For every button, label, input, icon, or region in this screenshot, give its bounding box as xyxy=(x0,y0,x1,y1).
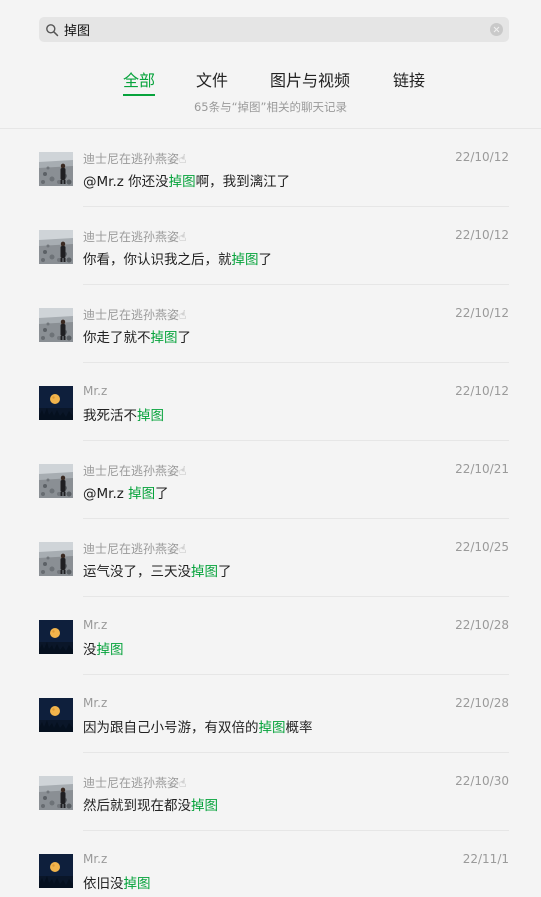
tab-photos-videos[interactable]: 图片与视频 xyxy=(270,67,350,91)
keyword-highlight: 掉图 xyxy=(137,408,164,424)
message-date: 22/10/25 xyxy=(455,540,509,554)
keyword-highlight: 掉图 xyxy=(258,720,286,736)
message-date: 22/10/12 xyxy=(455,306,509,320)
search-icon xyxy=(46,23,59,36)
keyword-highlight: 掉图 xyxy=(191,564,218,580)
result-row[interactable]: Mr.z 22/10/12 我死活不掉图 xyxy=(0,363,541,441)
result-summary: 65条与“掉图”相关的聊天记录 xyxy=(193,100,348,114)
search-input[interactable]: 掉图 xyxy=(64,20,490,39)
message-text: 依旧没掉图 xyxy=(83,872,151,892)
sender-name: 迪士尼在逃孙燕姿☝ xyxy=(83,230,187,244)
result-row[interactable]: 迪士尼在逃孙燕姿☝ 22/10/21 @Mr.z 掉图了 xyxy=(0,441,541,519)
message-date: 22/10/30 xyxy=(455,774,509,788)
message-text-after: 概率 xyxy=(285,720,313,736)
sender-name: 迪士尼在逃孙燕姿☝ xyxy=(83,464,187,478)
tab-all[interactable]: 全部 xyxy=(123,67,156,96)
result-row[interactable]: 迪士尼在逃孙燕姿☝ 22/10/30 然后就到现在都没掉图 xyxy=(0,753,541,831)
message-text: 没掉图 xyxy=(83,638,124,658)
message-text-before: 然后就到现在都没 xyxy=(83,798,191,814)
keyword-highlight: 掉图 xyxy=(96,642,124,658)
sender-name: Mr.z xyxy=(83,696,108,710)
keyword-highlight: 掉图 xyxy=(150,330,178,346)
message-date: 22/10/12 xyxy=(455,228,509,242)
avatar-photo[interactable] xyxy=(39,542,73,576)
message-text: 因为跟自己小号游，有双倍的掉图概率 xyxy=(83,716,313,736)
sender-name: 迪士尼在逃孙燕姿☝ xyxy=(83,152,187,166)
result-row[interactable]: 迪士尼在逃孙燕姿☝ 22/10/25 运气没了，三天没掉图了 xyxy=(0,519,541,597)
message-text: @Mr.z 你还没掉图啊，我到漓江了 xyxy=(83,170,290,190)
sender-name: Mr.z xyxy=(83,618,108,632)
avatar-photo[interactable] xyxy=(39,776,73,810)
message-text-before: 因为跟自己小号游，有双倍的 xyxy=(83,720,259,736)
keyword-highlight: 掉图 xyxy=(128,486,156,502)
message-text-before: 依旧没 xyxy=(83,876,124,892)
result-row[interactable]: Mr.z 22/11/1 依旧没掉图 xyxy=(0,831,541,897)
tab-bar: 全部 文件 图片与视频 链接 xyxy=(0,67,541,96)
sender-name: Mr.z xyxy=(83,384,108,398)
message-text-after: 啊，我到漓江了 xyxy=(195,174,291,190)
message-text: 你看，你认识我之后，就掉图了 xyxy=(83,248,272,268)
tab-files[interactable]: 文件 xyxy=(196,67,228,91)
avatar-moon[interactable] xyxy=(39,620,73,654)
sender-name: 迪士尼在逃孙燕姿☝ xyxy=(83,776,187,790)
message-date: 22/10/28 xyxy=(455,696,509,710)
message-text-before: 你走了就不 xyxy=(83,330,151,346)
keyword-highlight: 掉图 xyxy=(191,798,218,814)
avatar-photo[interactable] xyxy=(39,464,73,498)
message-text-before: 我死活不 xyxy=(83,408,137,424)
result-row[interactable]: 迪士尼在逃孙燕姿☝ 22/10/12 你走了就不掉图了 xyxy=(0,285,541,363)
message-date: 22/11/1 xyxy=(462,852,509,866)
message-text-before: 你看，你认识我之后，就 xyxy=(83,252,232,268)
message-text: 你走了就不掉图了 xyxy=(83,326,191,346)
keyword-highlight: 掉图 xyxy=(231,252,259,268)
avatar-moon[interactable] xyxy=(39,854,73,888)
search-bar[interactable]: 掉图 xyxy=(39,17,509,42)
avatar-photo[interactable] xyxy=(39,230,73,264)
avatar-photo[interactable] xyxy=(39,152,73,186)
message-text-before: 没 xyxy=(83,642,97,658)
sender-name: 迪士尼在逃孙燕姿☝ xyxy=(83,542,187,556)
message-text: @Mr.z 掉图了 xyxy=(83,482,169,502)
message-text: 我死活不掉图 xyxy=(83,404,164,424)
avatar-moon[interactable] xyxy=(39,386,73,420)
message-text-after: 了 xyxy=(218,564,232,580)
tab-links[interactable]: 链接 xyxy=(393,67,425,91)
message-date: 22/10/12 xyxy=(455,150,509,164)
clear-icon[interactable] xyxy=(490,23,503,36)
message-text: 运气没了，三天没掉图了 xyxy=(83,560,232,580)
result-row[interactable]: 迪士尼在逃孙燕姿☝ 22/10/12 你看，你认识我之后，就掉图了 xyxy=(0,207,541,285)
message-date: 22/10/21 xyxy=(455,462,509,476)
avatar-moon[interactable] xyxy=(39,698,73,732)
message-text-before: @Mr.z xyxy=(83,486,129,502)
avatar-photo[interactable] xyxy=(39,308,73,342)
keyword-highlight: 掉图 xyxy=(123,876,151,892)
sender-name: 迪士尼在逃孙燕姿☝ xyxy=(83,308,187,322)
result-row[interactable]: Mr.z 22/10/28 没掉图 xyxy=(0,597,541,675)
message-date: 22/10/12 xyxy=(455,384,509,398)
sender-name: Mr.z xyxy=(83,852,108,866)
result-row[interactable]: Mr.z 22/10/28 因为跟自己小号游，有双倍的掉图概率 xyxy=(0,675,541,753)
message-text-before: 运气没了，三天没 xyxy=(83,564,191,580)
message-text-before: @Mr.z 你还没 xyxy=(83,174,169,190)
result-list: 迪士尼在逃孙燕姿☝ 22/10/12 @Mr.z 你还没掉图啊，我到漓江了 迪士… xyxy=(0,129,541,897)
message-date: 22/10/28 xyxy=(455,618,509,632)
keyword-highlight: 掉图 xyxy=(168,174,196,190)
message-text-after: 了 xyxy=(258,252,273,268)
message-text-after: 了 xyxy=(155,486,169,502)
message-text-after: 了 xyxy=(177,330,192,346)
result-row[interactable]: 迪士尼在逃孙燕姿☝ 22/10/12 @Mr.z 你还没掉图啊，我到漓江了 xyxy=(0,129,541,207)
message-text: 然后就到现在都没掉图 xyxy=(83,794,218,814)
